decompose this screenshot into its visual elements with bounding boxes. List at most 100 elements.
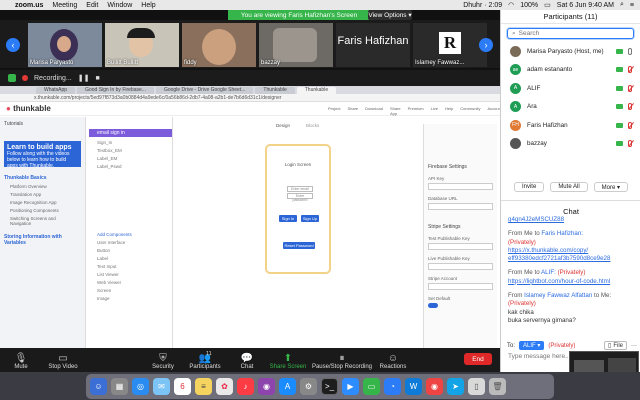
component-type[interactable]: List Viewer [97,272,172,277]
toolbar-item[interactable]: Download [365,106,383,116]
video-tile[interactable]: R Islamey Fawwaz... [413,23,487,67]
toolbar-item[interactable]: Help [445,106,453,116]
participant-row[interactable]: A Ara [501,98,640,117]
live-key-field[interactable] [428,263,493,270]
set-default-toggle[interactable] [428,303,438,308]
component-type[interactable]: Image [97,296,172,301]
browser-tab-active[interactable]: Thunkable [296,87,337,94]
sign-in-button[interactable]: Sign In [279,215,297,222]
browser-tab[interactable]: Google Drive - Drive Google Sheet... [155,87,254,94]
toolbar-item[interactable]: Premium [408,106,424,116]
facetime-icon[interactable]: ▭ [363,378,380,395]
mute-all-button[interactable]: Mute All [550,182,588,192]
component-item[interactable]: Sign_In [97,140,172,145]
battery-percent[interactable]: 100% [520,2,538,9]
mail-icon[interactable]: ✉ [153,378,170,395]
video-on-icon[interactable] [616,122,623,128]
component-type[interactable]: Button [97,248,172,253]
video-on-icon[interactable] [616,48,623,54]
category-item[interactable]: User Interface [97,240,172,245]
video-on-icon[interactable] [616,104,623,110]
video-tile[interactable]: Bullitt Bullitt [105,23,179,67]
battery-icon[interactable]: ▭ [544,1,551,9]
component-item[interactable]: Label_EM [97,156,172,161]
tutorial-item[interactable]: Platform Overview [10,184,75,189]
podcasts-icon[interactable]: ◉ [258,378,275,395]
email-field[interactable]: Enter email [287,186,313,192]
video-tile[interactable]: Faris Hafizhan [336,23,410,67]
tutorials-tab[interactable]: Tutorials [4,121,81,127]
basics-header[interactable]: Thunkable Basics [4,175,81,181]
photos-icon[interactable]: ✿ [216,378,233,395]
stripe-account-field[interactable] [428,283,493,290]
launchpad-icon[interactable]: ▦ [111,378,128,395]
telegram-icon[interactable]: ➤ [447,378,464,395]
video-on-icon[interactable] [616,141,623,147]
password-field[interactable]: Enter password [287,193,313,202]
tutorial-item[interactable]: Translation App [10,192,75,197]
terminal-icon[interactable]: >_ [321,378,338,395]
chat-link[interactable]: https://lightbot.com/hour-of-code.html [508,278,636,286]
safari-icon[interactable]: ◎ [132,378,149,395]
chrome-icon[interactable]: ◉ [426,378,443,395]
word-icon[interactable]: W [405,378,422,395]
browser-tab[interactable]: Thunkable [255,87,295,94]
calendar-icon[interactable]: 6 [174,378,191,395]
participant-row[interactable]: bazzay [501,135,640,154]
finder-icon[interactable]: ☺ [90,378,107,395]
chat-message-input[interactable] [508,353,568,360]
component-type[interactable]: Text Input [97,264,172,269]
storing-header[interactable]: Storing Information with Variables [4,234,81,246]
clock[interactable]: Sat 6 Jun 9:40 AM [557,2,614,9]
wifi-icon[interactable]: ◠ [508,1,514,9]
test-key-field[interactable] [428,243,493,250]
toolbar-item[interactable]: Project [328,106,340,116]
participant-search[interactable]: ⌕ [507,28,634,39]
notes-icon[interactable]: ≡ [195,378,212,395]
design-tab[interactable]: Design [276,123,290,128]
toolbar-item[interactable]: Community [460,106,480,116]
toolbar-item[interactable]: Live [431,106,438,116]
toolbar-item[interactable]: Share App [390,106,401,116]
search-input[interactable] [518,30,629,37]
video-tile[interactable]: Marisa Paryasto [28,23,102,67]
mic-muted-icon[interactable] [628,103,632,111]
pause-recording-icon[interactable]: ❚❚ [78,74,90,82]
prayer-time[interactable]: Dhuhr · 2:09 [463,2,502,9]
participants-button[interactable]: 👥 Participants [182,353,228,370]
chat-messages[interactable]: g4qn4J2eMSCUZ88 From Me to Faris Hafizha… [508,216,636,325]
video-on-icon[interactable] [616,85,623,91]
chat-link[interactable]: eff93380edcf2721af3b7590d8ce9e28 [508,255,636,263]
downloads-icon[interactable]: ▯ [468,378,485,395]
music-icon[interactable]: ♪ [237,378,254,395]
blocks-tab[interactable]: Blocks [306,123,319,128]
video-tile[interactable]: bazzay [259,23,333,67]
pause-stop-recording-button[interactable]: ⏸ Pause/Stop Recording [310,353,374,370]
participant-row[interactable]: FH Faris Hafizhan [501,116,640,135]
sign-up-button[interactable]: Sign Up [301,215,319,222]
messages-icon[interactable]: ◔ [384,378,401,395]
mic-muted-icon[interactable] [628,84,632,92]
database-url-field[interactable] [428,203,493,210]
file-button[interactable]: ▯ File [604,341,627,350]
participant-row[interactable]: Marisa Paryasto (Host, me) [501,42,640,61]
browser-tab[interactable]: Good Sign In by Firebase... [77,87,154,94]
trash-icon[interactable]: 🗑 [489,378,506,395]
invite-button[interactable]: Invite [513,182,545,192]
share-screen-button[interactable]: ⬆ Share Screen [266,353,310,370]
browser-tab[interactable]: WhatsApp [36,87,76,94]
screen-selector[interactable]: email sign in [89,129,172,137]
menu-edit[interactable]: Edit [86,2,98,9]
strip-next-icon[interactable]: › [479,38,493,52]
end-meeting-button[interactable]: End [464,353,492,365]
security-button[interactable]: ⛨ Security [144,353,182,370]
chat-button[interactable]: 💬 Chat [228,353,266,370]
mic-muted-icon[interactable] [628,66,632,74]
menu-meeting[interactable]: Meeting [52,2,77,9]
reset-password-button[interactable]: Reset Password [283,242,315,249]
component-item[interactable]: Textbox_EM [97,148,172,153]
chat-link[interactable]: g4qn4J2eMSCUZ88 [508,216,636,224]
video-tile[interactable]: fiddy [182,23,256,67]
mute-button[interactable]: 🎙 Mute [2,353,40,370]
learn-card[interactable]: Learn to build apps Follow along with th… [4,141,81,169]
